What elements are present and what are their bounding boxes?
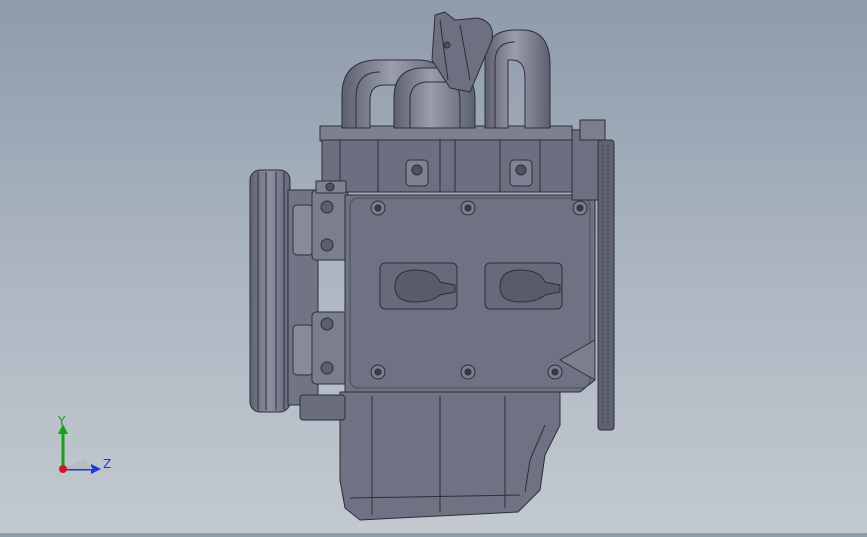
- intake-runner-right[interactable]: [484, 29, 551, 129]
- graphics-viewport[interactable]: Y Z: [0, 0, 867, 533]
- cylinder-head[interactable]: [344, 194, 596, 393]
- x-axis-origin: [59, 465, 67, 473]
- cam-cap-upper[interactable]: [311, 189, 349, 261]
- oil-pan[interactable]: [339, 391, 561, 521]
- engine-model[interactable]: [0, 0, 867, 533]
- y-axis-label: Y: [57, 414, 66, 428]
- z-axis-label: Z: [103, 457, 111, 471]
- intake-plenum[interactable]: [315, 125, 573, 194]
- reference-triad: Y Z: [50, 412, 120, 482]
- cam-cap-lower[interactable]: [311, 311, 349, 385]
- triad-plane: [63, 459, 93, 469]
